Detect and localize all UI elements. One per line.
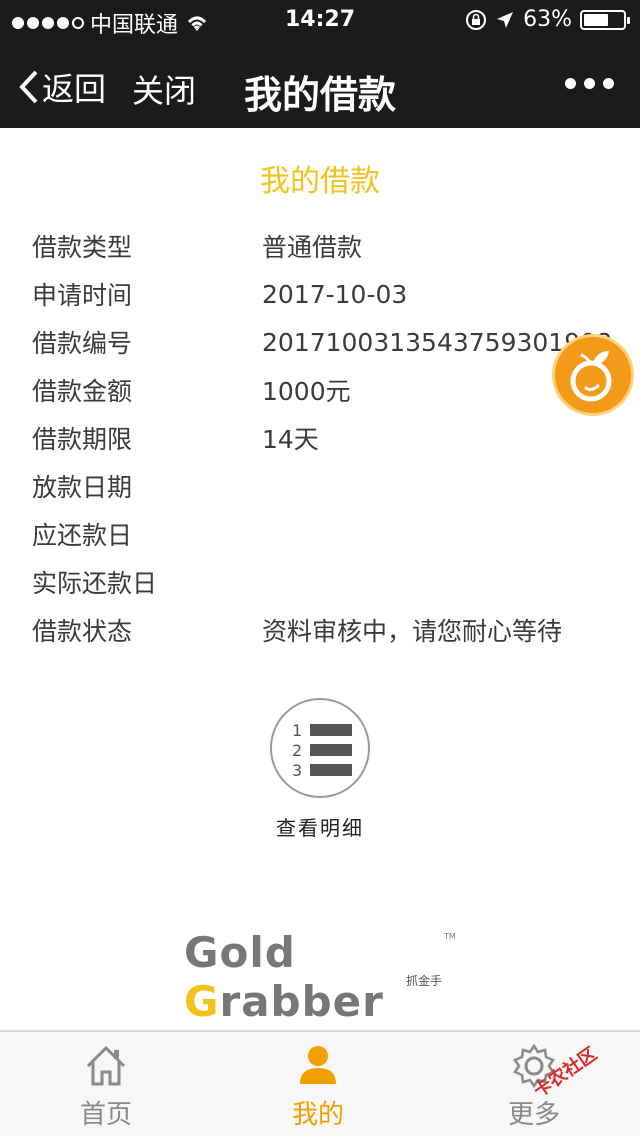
status-right: 63% — [465, 7, 630, 32]
tab-home[interactable]: 首页 — [46, 1032, 166, 1136]
detail-row-actual-repay-date: 实际还款日 — [32, 558, 612, 606]
more-options-button[interactable] — [565, 78, 614, 89]
detail-label: 申请时间 — [32, 281, 133, 310]
detail-value: 2017-10-03 — [262, 279, 408, 309]
detail-label: 借款状态 — [32, 617, 133, 646]
floating-orange-button[interactable] — [552, 334, 634, 416]
section-heading: 我的借款 — [260, 164, 380, 199]
detail-row-amount: 借款金额 1000元 — [32, 366, 612, 414]
page-title: 我的借款 — [243, 73, 396, 117]
detail-row-disburse-date: 放款日期 — [32, 462, 612, 510]
numbered-list-icon: 1 2 3 — [292, 721, 352, 780]
detail-row-status: 借款状态 资料审核中，请您耐心等待 — [32, 606, 612, 654]
list-num-3: 3 — [292, 761, 302, 780]
user-icon — [300, 1046, 336, 1084]
detail-value: 14天 — [262, 425, 319, 454]
detail-row-loan-number: 借款编号 20171003135437593019084 — [32, 318, 612, 366]
detail-label: 应还款日 — [32, 521, 133, 550]
detail-label: 借款编号 — [32, 329, 133, 358]
gold-grabber-logo: Gold Grabber TM 抓金手 — [184, 928, 464, 1026]
status-bar: 中国联通 14:27 63% — [0, 0, 640, 40]
detail-label: 放款日期 — [32, 473, 133, 502]
detail-value: 普通借款 — [262, 233, 363, 262]
more-dots-icon — [565, 78, 576, 89]
list-num-1: 1 — [292, 721, 302, 740]
logo-chinese: 抓金手 — [406, 974, 443, 988]
battery-icon — [580, 9, 630, 30]
tab-mine-label: 我的 — [291, 1100, 344, 1130]
detail-row-apply-time: 申请时间 2017-10-03 — [32, 270, 612, 318]
detail-row-term: 借款期限 14天 — [32, 414, 612, 462]
detail-row-type: 借款类型 普通借款 — [32, 222, 612, 270]
battery-percent: 63% — [523, 7, 572, 32]
detail-value: 资料审核中，请您耐心等待 — [262, 617, 563, 646]
top-bar: 中国联通 14:27 63% 返回 关闭 我的借款 — [0, 0, 640, 128]
home-icon — [86, 1045, 126, 1086]
detail-label: 借款期限 — [32, 425, 133, 454]
tab-mine[interactable]: 我的 — [258, 1032, 378, 1136]
detail-label: 实际还款日 — [32, 569, 158, 598]
view-details-label[interactable]: 查看明细 — [0, 812, 640, 841]
tab-home-label: 首页 — [79, 1100, 132, 1130]
view-details-button[interactable]: 1 2 3 — [270, 698, 370, 798]
detail-label: 借款类型 — [32, 233, 133, 262]
location-arrow-icon — [497, 11, 514, 28]
logo-tm: TM — [444, 932, 456, 941]
nav-bar: 返回 关闭 我的借款 — [0, 40, 640, 128]
rotation-lock-icon — [466, 9, 487, 30]
orange-fruit-icon — [570, 351, 612, 402]
detail-row-due-date: 应还款日 — [32, 510, 612, 558]
detail-label: 借款金额 — [32, 377, 133, 406]
list-num-2: 2 — [292, 741, 302, 760]
loan-details-list: 借款类型 普通借款 申请时间 2017-10-03 借款编号 201710031… — [32, 222, 612, 654]
